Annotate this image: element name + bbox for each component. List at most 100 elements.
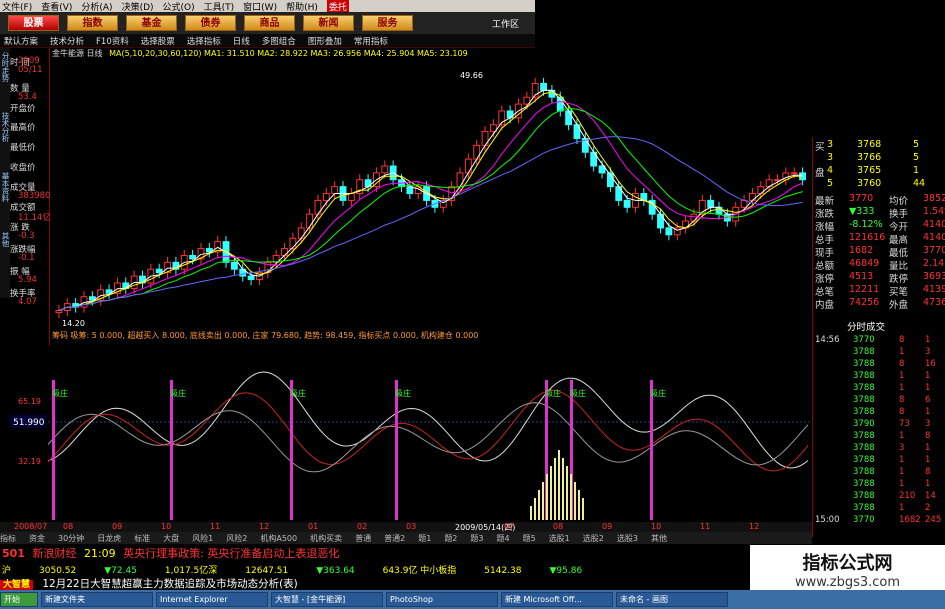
nav-button[interactable]: 新闻 bbox=[303, 15, 354, 31]
indicator-tab[interactable]: 普通2 bbox=[384, 533, 405, 544]
news-bar[interactable]: 501 新浪财经 21:09 英央行理事政策: 英央行准备启动上表退恶化 bbox=[0, 545, 750, 562]
toolbar-item[interactable]: 技术分析 bbox=[50, 35, 84, 47]
indicator-tab[interactable]: 选股2 bbox=[583, 533, 604, 544]
nav-button[interactable]: 服务 bbox=[362, 15, 413, 31]
trade-cell: 3 bbox=[899, 443, 905, 453]
candle[interactable] bbox=[230, 261, 238, 270]
candle[interactable] bbox=[690, 213, 698, 222]
indicator-tab[interactable]: 选股3 bbox=[617, 533, 638, 544]
candle[interactable] bbox=[364, 179, 372, 188]
toolbar-item[interactable]: 选择指标 bbox=[187, 35, 221, 47]
indicator-tab[interactable]: 题5 bbox=[523, 533, 536, 544]
indicator-tab[interactable]: 题3 bbox=[470, 533, 483, 544]
candle[interactable] bbox=[297, 227, 305, 239]
candle[interactable] bbox=[464, 158, 472, 174]
taskbar-item[interactable]: 新建文件夹 bbox=[41, 592, 153, 607]
trade-cell: 1 bbox=[925, 335, 931, 345]
toolbar-item[interactable]: 常用指标 bbox=[354, 35, 388, 47]
candle[interactable] bbox=[322, 193, 330, 201]
indicator-tab[interactable]: 标准 bbox=[134, 533, 150, 544]
order-cell: 买 bbox=[815, 142, 825, 153]
nav-button[interactable]: 基金 bbox=[126, 15, 177, 31]
candle[interactable] bbox=[623, 199, 631, 208]
toolbar-item[interactable]: 日线 bbox=[233, 35, 250, 47]
indicator-tab[interactable]: 资金 bbox=[29, 533, 45, 544]
indicator-tab[interactable]: 日龙虎 bbox=[97, 533, 121, 544]
toolbar-item[interactable]: 图形叠加 bbox=[308, 35, 342, 47]
candle[interactable] bbox=[155, 268, 163, 274]
candle[interactable] bbox=[306, 213, 314, 229]
toolbar-item[interactable]: F10资料 bbox=[96, 35, 129, 47]
quote-cell: 今开 bbox=[889, 222, 909, 233]
nav-button[interactable]: 股票 bbox=[8, 15, 59, 31]
candle[interactable] bbox=[189, 254, 197, 260]
indicator-tab[interactable]: 风险1 bbox=[192, 533, 213, 544]
menu-item[interactable]: 决策(D) bbox=[122, 0, 154, 13]
indicator-tab[interactable]: 普通 bbox=[355, 533, 371, 544]
taskbar-item[interactable]: PhotoShop bbox=[386, 592, 498, 607]
menu-item[interactable]: 公式(O) bbox=[163, 0, 195, 13]
toolbar-item[interactable]: 多图组合 bbox=[262, 35, 296, 47]
taskbar-item[interactable]: Internet Explorer bbox=[156, 592, 268, 607]
indicator-tab[interactable]: 题1 bbox=[418, 533, 431, 544]
indicator-line bbox=[47, 389, 809, 472]
indicator-tab[interactable]: 机构买卖 bbox=[310, 533, 342, 544]
start-button[interactable]: 开始 bbox=[0, 592, 38, 607]
candle[interactable] bbox=[381, 165, 389, 174]
candle[interactable] bbox=[473, 144, 481, 160]
candle[interactable] bbox=[757, 186, 765, 195]
candlestick-chart[interactable]: 49.66 14.20 bbox=[50, 58, 812, 330]
candle[interactable] bbox=[331, 186, 339, 195]
nav-button[interactable]: 债券 bbox=[185, 15, 236, 31]
indicator-tab[interactable]: 大盘 bbox=[163, 533, 179, 544]
toolbar-item[interactable]: 默认方案 bbox=[4, 35, 38, 47]
candle[interactable] bbox=[749, 193, 756, 201]
indicator-tab[interactable]: 题4 bbox=[497, 533, 510, 544]
menu-item[interactable]: 工具(T) bbox=[204, 0, 235, 13]
candle[interactable] bbox=[540, 82, 547, 91]
candle[interactable] bbox=[281, 248, 288, 256]
menu-item[interactable]: 帮助(H) bbox=[286, 0, 318, 13]
candle[interactable] bbox=[565, 110, 573, 126]
menu-item[interactable]: 委托 bbox=[326, 0, 349, 13]
indicator-tab[interactable]: 指标 bbox=[0, 533, 16, 544]
menu-item[interactable]: 文件(F) bbox=[2, 0, 32, 13]
menu-item[interactable]: 分析(A) bbox=[81, 0, 112, 13]
taskbar-item[interactable]: 未命名 - 画图 bbox=[616, 592, 728, 607]
candle[interactable] bbox=[548, 89, 556, 98]
candle[interactable] bbox=[790, 172, 798, 175]
indicator-tab[interactable]: 30分钟 bbox=[58, 533, 84, 544]
candle[interactable] bbox=[347, 193, 355, 201]
candle[interactable] bbox=[506, 110, 514, 119]
trade-cell: 3770 bbox=[853, 515, 875, 525]
level-label: 32.19 bbox=[18, 457, 41, 466]
candle[interactable] bbox=[707, 199, 715, 208]
toolbar-item[interactable]: 选择股票 bbox=[141, 35, 175, 47]
ticker-bar[interactable]: 大智慧 12月22日大智慧超赢主力数据追踪及市场动态分析(表) bbox=[0, 576, 750, 590]
candle[interactable] bbox=[665, 227, 673, 236]
indicator-tab[interactable]: 题2 bbox=[444, 533, 457, 544]
candle[interactable] bbox=[55, 309, 63, 314]
candle[interactable] bbox=[573, 124, 581, 139]
nav-button[interactable]: 商品 bbox=[244, 15, 295, 31]
candle[interactable] bbox=[715, 206, 723, 215]
index-value: 沪 bbox=[2, 566, 12, 576]
taskbar-item[interactable]: 大智慧 - [金牛能源] bbox=[271, 592, 383, 607]
trade-cell: 1 bbox=[925, 383, 931, 393]
indicator-chart[interactable]: 65.1951.99032.19吸庄 吸庄 吸庄 吸庄 吸庄 吸庄 吸庄 bbox=[0, 340, 812, 522]
menu-item[interactable]: 窗口(W) bbox=[243, 0, 277, 13]
menu-item[interactable]: 查看(V) bbox=[41, 0, 72, 13]
indicator-tab[interactable]: 风险2 bbox=[226, 533, 247, 544]
volume-bar bbox=[546, 474, 548, 520]
candle[interactable] bbox=[456, 172, 464, 188]
indicator-tab[interactable]: 选股1 bbox=[549, 533, 570, 544]
trade-list-title[interactable]: 分时成交 bbox=[847, 319, 885, 333]
nav-button[interactable]: 指数 bbox=[67, 15, 118, 31]
trade-cell: 8 bbox=[925, 431, 931, 441]
date-label: 10 bbox=[651, 522, 662, 531]
indicator-tab[interactable]: 其他 bbox=[651, 533, 667, 544]
workspace-label[interactable]: 工作区 bbox=[492, 17, 519, 30]
indicator-tab[interactable]: 机构A500 bbox=[260, 533, 297, 544]
taskbar-item[interactable]: 新建 Microsoft Off... bbox=[501, 592, 613, 607]
candle[interactable] bbox=[247, 275, 255, 281]
